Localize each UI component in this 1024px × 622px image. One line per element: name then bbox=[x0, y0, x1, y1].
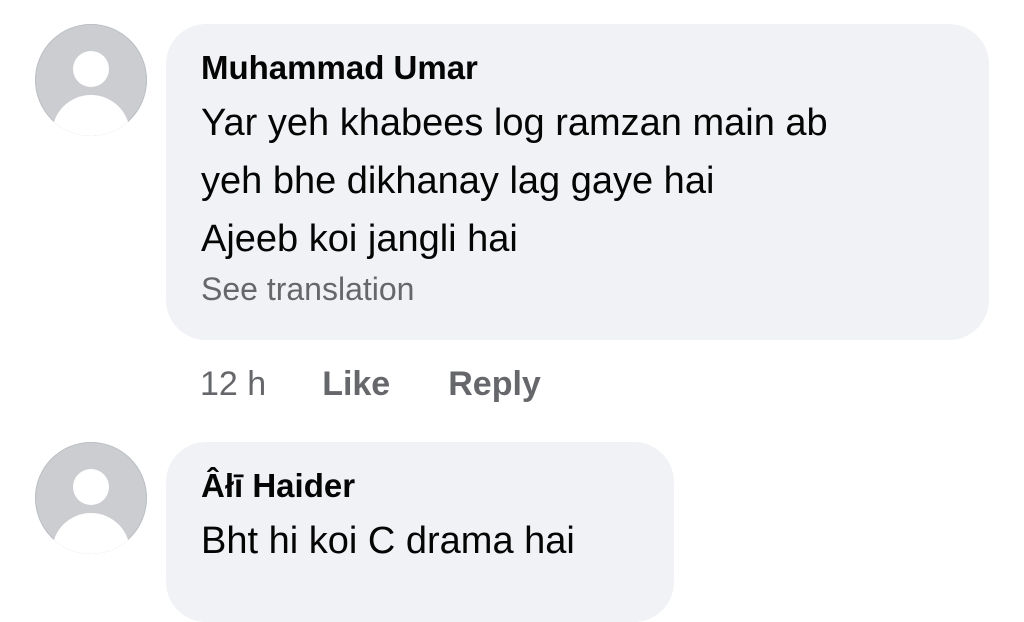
default-profile-icon-body bbox=[52, 95, 130, 136]
comment-bubble: Muhammad Umar Yar yeh khabees log ramzan… bbox=[166, 24, 989, 340]
like-button[interactable]: Like bbox=[322, 365, 390, 404]
commenter-avatar[interactable] bbox=[35, 24, 147, 136]
default-profile-icon bbox=[73, 469, 109, 505]
default-profile-icon-body bbox=[52, 513, 130, 554]
comment-author[interactable]: Muhammad Umar bbox=[201, 48, 959, 88]
comment-bubble: Âłī Haider Bht hi koi C drama hai bbox=[166, 442, 674, 622]
comment-text-line: Bht hi koi C drama hai bbox=[201, 520, 575, 562]
reply-button[interactable]: Reply bbox=[448, 365, 541, 404]
comment-text-line: Yar yeh khabees log ramzan main ab bbox=[201, 102, 828, 144]
comment-text-line: yeh bhe dikhanay lag gaye hai bbox=[201, 160, 715, 202]
comment-timestamp[interactable]: 12 h bbox=[200, 365, 266, 404]
see-translation-link[interactable]: See translation bbox=[201, 268, 959, 310]
comment-actions: 12 h Like Reply bbox=[200, 362, 599, 406]
comment-author[interactable]: Âłī Haider bbox=[201, 466, 644, 506]
comment-text-line: Ajeeb koi jangli hai bbox=[201, 218, 518, 260]
commenter-avatar[interactable] bbox=[35, 442, 147, 554]
default-profile-icon bbox=[73, 51, 109, 87]
